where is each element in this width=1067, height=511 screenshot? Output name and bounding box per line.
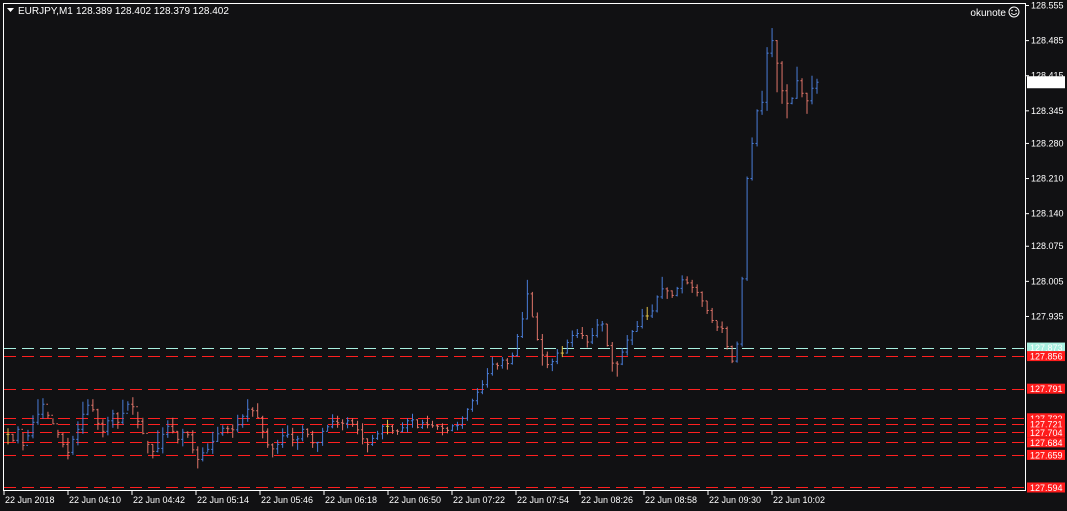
price-tick-label: 128.345 [1031,106,1064,116]
time-tick-label: 22 Jun 06:50 [389,495,441,505]
price-tick-label: 128.005 [1031,276,1064,286]
price-label-text: 128.402 [1030,78,1063,88]
time-tick-label: 22 Jun 09:30 [709,495,761,505]
level-label: 127.594 [1027,482,1065,493]
time-tick-label: 22 Jun 08:58 [645,495,697,505]
time-tick-label: 22 Jun 05:46 [261,495,313,505]
level-label: 127.684 [1027,437,1065,448]
level-label-text: 127.594 [1030,483,1063,493]
level-label-text: 127.659 [1030,450,1063,460]
watermark-text: okunote [970,8,1006,19]
time-tick-label: 22 Jun 04:10 [69,495,121,505]
level-label: 127.791 [1027,383,1065,394]
symbol-label: EURJPY,M1 [18,6,73,17]
time-tick-label: 22 Jun 10:02 [773,495,825,505]
price-tick-label: 127.935 [1031,311,1064,321]
chart-background [0,0,1067,511]
level-label-text: 127.684 [1030,438,1063,448]
time-tick-label: 22 Jun 05:14 [197,495,249,505]
level-label: 127.659 [1027,449,1065,460]
level-label-text: 127.704 [1030,428,1063,438]
time-tick-label: 22 Jun 06:18 [325,495,377,505]
time-tick-label: 22 Jun 07:54 [517,495,569,505]
time-tick-label: 22 Jun 2018 [5,495,55,505]
current-price-label: 128.402 [1027,76,1065,89]
price-tick-label: 128.485 [1031,36,1064,46]
chart-header: EURJPY,M1 128.389 128.402 128.379 128.40… [7,6,229,17]
time-tick-label: 22 Jun 04:42 [133,495,185,505]
ohlc-values: 128.389 128.402 128.379 128.402 [76,6,229,17]
time-tick-label: 22 Jun 07:22 [453,495,505,505]
level-label-text: 127.856 [1030,352,1063,362]
price-tick-label: 128.555 [1031,1,1064,11]
price-tick-label: 128.280 [1031,138,1064,148]
level-label: 127.856 [1027,351,1065,362]
level-label: 127.704 [1027,427,1065,438]
price-chart[interactable]: 128.555128.485128.415128.345128.280128.2… [0,0,1067,511]
price-tick-label: 128.140 [1031,209,1064,219]
price-tick-label: 128.075 [1031,241,1064,251]
time-tick-label: 22 Jun 08:26 [581,495,633,505]
price-tick-label: 128.210 [1031,174,1064,184]
level-label-text: 127.791 [1030,384,1063,394]
